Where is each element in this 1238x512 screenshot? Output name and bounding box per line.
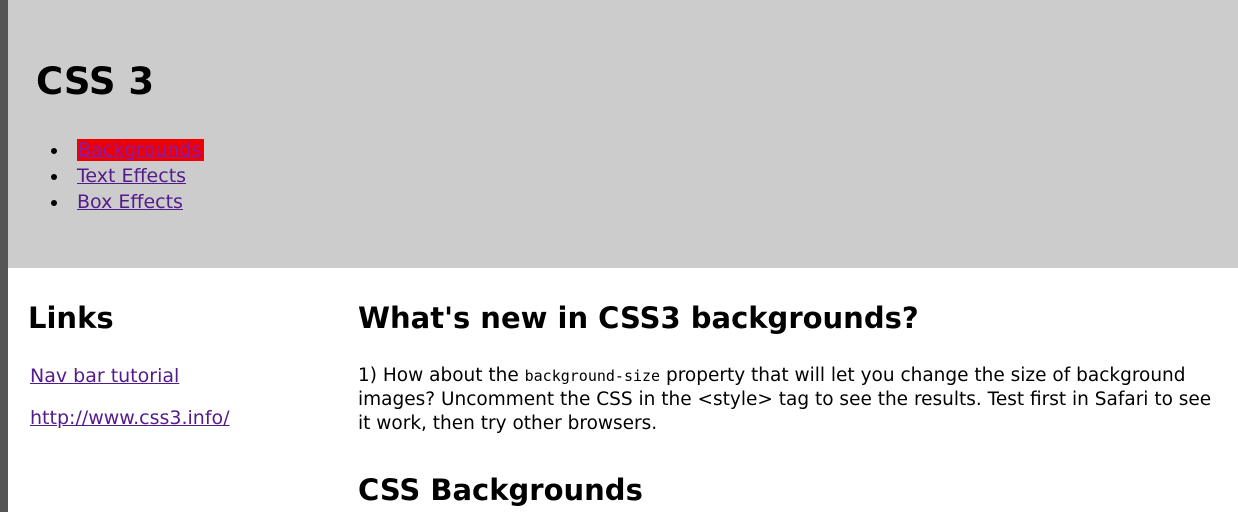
bullet-icon xyxy=(51,148,57,154)
nav-item-box-effects: Box Effects xyxy=(32,189,204,215)
nav-item-text-effects: Text Effects xyxy=(32,163,204,189)
page: CSS 3 Backgrounds Text Effects Box Effec… xyxy=(0,0,1238,512)
window-left-border xyxy=(0,0,8,512)
paragraph-prefix: 1) How about the xyxy=(358,365,525,386)
sidebar-heading: Links xyxy=(28,301,114,335)
bullet-icon xyxy=(51,200,57,206)
site-title: CSS 3 xyxy=(36,60,155,103)
nav-link-backgrounds[interactable]: Backgrounds xyxy=(77,139,205,161)
header: CSS 3 Backgrounds Text Effects Box Effec… xyxy=(8,0,1238,268)
inline-code: background-size xyxy=(524,367,661,385)
sidebar-link-css3-info[interactable]: http://www.css3.info/ xyxy=(30,406,230,430)
intro-paragraph: 1) How about the background-size propert… xyxy=(358,364,1228,436)
nav-list: Backgrounds Text Effects Box Effects xyxy=(32,137,205,215)
bullet-icon xyxy=(51,174,57,180)
sidebar-link-nav-bar-tutorial[interactable]: Nav bar tutorial xyxy=(30,364,179,388)
nav-item-backgrounds: Backgrounds xyxy=(32,137,205,163)
section-heading: CSS Backgrounds xyxy=(358,473,643,507)
main-heading: What's new in CSS3 backgrounds? xyxy=(358,301,919,335)
nav-link-text-effects[interactable]: Text Effects xyxy=(77,165,186,187)
sidebar: Links Nav bar tutorial http://www.css3.i… xyxy=(28,296,318,429)
nav-link-box-effects[interactable]: Box Effects xyxy=(77,191,183,213)
main-content: What's new in CSS3 backgrounds? 1) How a… xyxy=(358,296,1228,507)
